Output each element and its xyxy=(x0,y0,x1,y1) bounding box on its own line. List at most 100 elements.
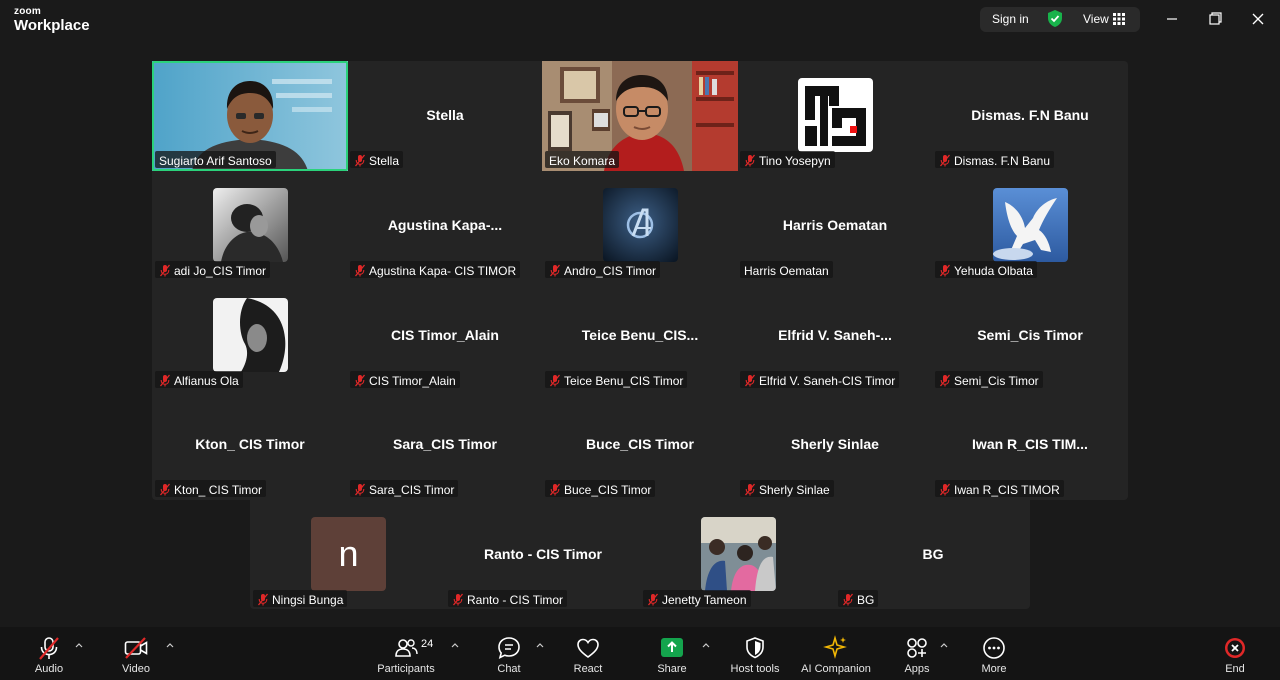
sign-in-button[interactable]: Sign in xyxy=(992,12,1029,26)
minimize-button[interactable] xyxy=(1160,8,1184,30)
muted-microphone-icon xyxy=(842,593,854,606)
participant-name-display: Semi_Cis Timor xyxy=(977,327,1083,343)
share-button[interactable]: Share xyxy=(652,627,692,680)
participant-name-label: Alfianus Ola xyxy=(155,371,243,388)
participant-tile-ningsi[interactable]: n Ningsi Bunga xyxy=(250,500,446,610)
encryption-shield-icon[interactable] xyxy=(1046,9,1064,28)
close-icon xyxy=(1252,13,1264,25)
participant-name-label: Agustina Kapa- CIS TIMOR xyxy=(350,261,521,278)
share-screen-icon xyxy=(661,638,683,657)
participant-tile-kton[interactable]: Kton_ CIS Timor Kton_ CIS Timor xyxy=(152,390,348,500)
restore-button[interactable] xyxy=(1203,8,1227,30)
participant-name-display: Sherly Sinlae xyxy=(791,436,879,452)
participant-name-label: Dismas. F.N Banu xyxy=(935,151,1055,168)
participant-avatar xyxy=(798,78,873,152)
participant-tile-ranto[interactable]: Ranto - CIS Timor Ranto - CIS Timor xyxy=(445,500,641,610)
apps-button[interactable]: Apps xyxy=(898,627,936,680)
participant-name-label: Jenetty Tameon xyxy=(643,590,751,607)
chat-label: Chat xyxy=(497,663,521,675)
participants-button[interactable]: Participants xyxy=(372,627,440,680)
participant-name-label: Sara_CIS Timor xyxy=(350,480,459,497)
participant-name: Kton_ CIS Timor xyxy=(174,482,263,497)
participant-name-label: BG xyxy=(838,590,879,607)
audio-button[interactable]: Audio xyxy=(28,627,70,680)
grid-view-icon[interactable] xyxy=(1113,13,1125,25)
muted-microphone-icon xyxy=(549,264,561,277)
react-button[interactable]: React xyxy=(568,627,608,680)
participant-tile-harris[interactable]: Harris Oematan Harris Oematan xyxy=(737,171,933,281)
participant-name: Dismas. F.N Banu xyxy=(954,153,1051,168)
participant-tile-alain[interactable]: CIS Timor_Alain CIS Timor_Alain xyxy=(347,281,543,391)
chat-options-chevron-icon[interactable] xyxy=(535,641,545,649)
sparkle-icon xyxy=(823,635,847,659)
participant-name: Eko Komara xyxy=(549,153,616,168)
participant-tile-buce[interactable]: Buce_CIS Timor Buce_CIS Timor xyxy=(542,390,738,500)
participant-avatar xyxy=(993,188,1068,262)
participant-tile-elfrid[interactable]: Elfrid V. Saneh-... Elfrid V. Saneh-CIS T… xyxy=(737,281,933,391)
end-meeting-button[interactable]: End xyxy=(1216,627,1254,680)
heart-icon xyxy=(577,638,599,658)
participant-tile-alfianus[interactable]: Alfianus Ola xyxy=(152,281,348,391)
participant-tile-bg[interactable]: BG BG xyxy=(835,500,1031,610)
participant-tile-eko[interactable]: Eko Komara xyxy=(542,61,738,171)
muted-microphone-icon xyxy=(939,154,951,167)
participant-name-label: Eko Komara xyxy=(545,151,620,168)
share-options-chevron-icon[interactable] xyxy=(701,641,711,649)
ai-companion-button[interactable]: AI Companion xyxy=(797,627,875,680)
participant-name-display: BG xyxy=(922,546,944,562)
restore-icon xyxy=(1209,12,1222,25)
participant-name: Sugiarto Arif Santoso xyxy=(159,153,272,168)
muted-microphone-icon xyxy=(744,374,756,387)
more-button[interactable]: More xyxy=(975,627,1013,680)
participant-tile-teice[interactable]: Teice Benu_CIS... Teice Benu_CIS Timor xyxy=(542,281,738,391)
participant-tile-tino[interactable]: Tino Yosepyn xyxy=(737,61,933,171)
apps-options-chevron-icon[interactable] xyxy=(939,641,949,649)
video-button[interactable]: Video xyxy=(114,627,158,680)
participant-name: Sherly Sinlae xyxy=(759,482,830,497)
audio-options-chevron-icon[interactable] xyxy=(74,641,84,649)
view-button[interactable]: View xyxy=(1083,12,1109,26)
participant-name: Alfianus Ola xyxy=(174,373,239,388)
participant-tile-sherly[interactable]: Sherly Sinlae Sherly Sinlae xyxy=(737,390,933,500)
microphone-muted-icon xyxy=(39,637,59,660)
participant-tile-adi[interactable]: adi Jo_CIS Timor xyxy=(152,171,348,281)
video-options-chevron-icon[interactable] xyxy=(165,641,175,649)
participant-name-display: Teice Benu_CIS... xyxy=(581,327,699,343)
participant-name-label: Stella xyxy=(350,151,404,168)
participant-name: Sara_CIS Timor xyxy=(369,482,455,497)
participant-tile-agustina[interactable]: Agustina Kapa-... Agustina Kapa- CIS TIMO… xyxy=(347,171,543,281)
participant-name: Iwan R_CIS TIMOR xyxy=(954,482,1060,497)
participant-tile-yehuda[interactable]: Yehuda Olbata xyxy=(932,171,1128,281)
participant-avatar xyxy=(213,188,288,262)
title-bar: zoom Workplace Sign in View xyxy=(0,0,1280,40)
participant-tile-sara[interactable]: Sara_CIS Timor Sara_CIS Timor xyxy=(347,390,543,500)
muted-microphone-icon xyxy=(744,154,756,167)
participant-tile-andro[interactable]: Andro_CIS Timor xyxy=(542,171,738,281)
muted-microphone-icon xyxy=(939,374,951,387)
participant-avatar xyxy=(701,517,776,591)
host-tools-button[interactable]: Host tools xyxy=(725,627,785,680)
muted-microphone-icon xyxy=(744,483,756,496)
participant-tile-stella[interactable]: Stella Stella xyxy=(347,61,543,171)
participant-name: Andro_CIS Timor xyxy=(564,263,657,278)
more-label: More xyxy=(981,663,1007,675)
participant-name-display: CIS Timor_Alain xyxy=(391,327,499,343)
chat-button[interactable]: Chat xyxy=(490,627,528,680)
participant-avatar xyxy=(603,188,678,262)
participant-name-display: Buce_CIS Timor xyxy=(586,436,694,452)
participant-tile-jenetty[interactable]: Jenetty Tameon xyxy=(640,500,836,610)
participant-tile-semi[interactable]: Semi_Cis Timor Semi_Cis Timor xyxy=(932,281,1128,391)
camera-off-icon xyxy=(124,637,148,659)
participant-tile-dismas[interactable]: Dismas. F.N Banu Dismas. F.N Banu xyxy=(932,61,1128,171)
participant-name-display: Stella xyxy=(426,107,464,123)
close-window-button[interactable] xyxy=(1246,8,1270,30)
participant-name-label: Ranto - CIS Timor xyxy=(448,590,568,607)
muted-microphone-icon xyxy=(159,483,171,496)
participant-tile-iwan[interactable]: Iwan R_CIS TIM... Iwan R_CIS TIMOR xyxy=(932,390,1128,500)
participant-name: Ningsi Bunga xyxy=(272,592,344,607)
participant-tile-sugiarto[interactable]: Sugiarto Arif Santoso xyxy=(152,61,348,171)
participants-options-chevron-icon[interactable] xyxy=(450,641,460,649)
participant-name-label: Elfrid V. Saneh-CIS Timor xyxy=(740,371,900,388)
meeting-toolbar: Audio Video Participants 24 Chat React S… xyxy=(0,627,1280,680)
muted-microphone-icon xyxy=(939,264,951,277)
